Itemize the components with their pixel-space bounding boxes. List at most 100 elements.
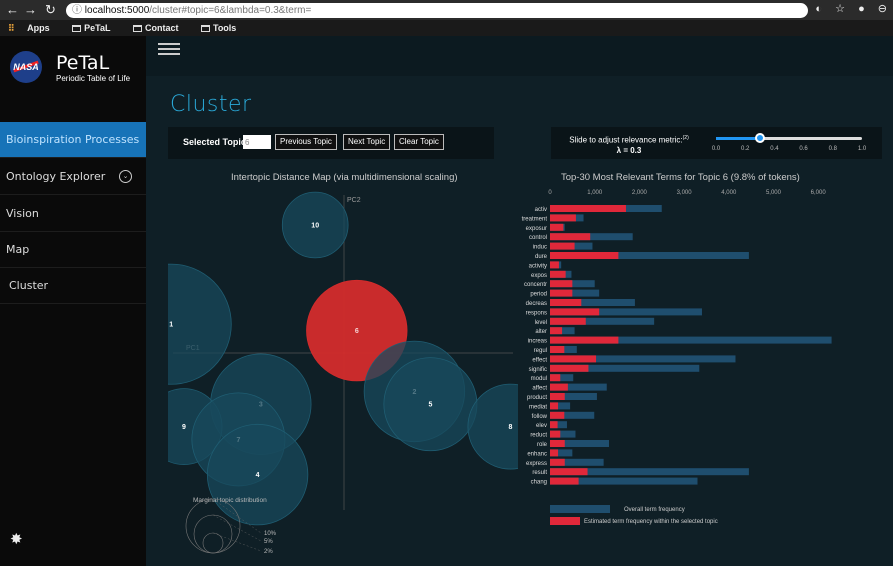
slider-thumb[interactable] — [754, 133, 765, 143]
term-label[interactable]: affect — [532, 386, 547, 392]
info-icon[interactable]: ⓘ — [72, 5, 85, 16]
next-topic-button[interactable]: Next Topic — [343, 134, 391, 150]
topic-label: 4 — [256, 472, 260, 479]
bookmark-petal[interactable]: PeTaL — [72, 23, 120, 33]
topic-frequency-bar[interactable] — [550, 299, 582, 306]
apps-grid-icon: ⠿ — [8, 23, 18, 33]
account-icon[interactable]: ⊖ — [878, 3, 887, 15]
term-label[interactable]: mediat — [529, 404, 547, 410]
term-label[interactable]: role — [537, 442, 548, 448]
sidebar-item-vision[interactable]: Vision — [0, 196, 146, 232]
profile-icon[interactable]: ● — [858, 3, 865, 15]
clear-topic-button[interactable]: Clear Topic — [394, 134, 444, 150]
term-label[interactable]: expos — [531, 273, 547, 279]
term-label[interactable]: express — [526, 461, 547, 467]
topic-frequency-bar[interactable] — [550, 270, 566, 278]
topic-label: 1 — [169, 322, 173, 329]
topic-frequency-bar[interactable] — [550, 458, 565, 466]
topic-frequency-bar[interactable] — [550, 411, 565, 419]
extension-icon[interactable]: ◐ — [815, 3, 822, 15]
url-path: /cluster#topic=6&lambda=0.3&term= — [149, 5, 312, 16]
topic-frequency-bar[interactable] — [550, 374, 561, 382]
gear-icon[interactable]: ✸ — [10, 530, 23, 548]
topic-frequency-bar[interactable] — [550, 430, 561, 438]
term-label[interactable]: elev — [536, 423, 547, 429]
sidebar-item-ontology[interactable]: Ontology Explorer ⌄ — [0, 159, 146, 195]
term-label[interactable]: modul — [531, 376, 547, 382]
topic-frequency-bar[interactable] — [550, 421, 558, 429]
term-label[interactable]: effect — [532, 357, 547, 363]
relevance-slider[interactable] — [716, 133, 862, 143]
topic-frequency-bar[interactable] — [550, 261, 559, 269]
term-label[interactable]: activ — [535, 207, 547, 213]
legend-overall-label: Overall term frequency — [624, 507, 685, 513]
back-icon[interactable]: ← — [6, 2, 19, 17]
topic-frequency-bar[interactable] — [550, 468, 588, 476]
term-label[interactable]: signific — [529, 367, 547, 373]
bookmark-contact[interactable]: Contact — [132, 23, 189, 33]
topic-frequency-bar[interactable] — [550, 308, 600, 316]
sidebar: NASA PeTaL Periodic Table of Life Bioins… — [0, 36, 146, 566]
topic-frequency-bar[interactable] — [550, 402, 559, 410]
term-label[interactable]: increas — [528, 339, 547, 345]
term-label[interactable]: decreas — [526, 301, 547, 307]
topic-frequency-bar[interactable] — [550, 346, 565, 353]
menu-icon[interactable] — [158, 43, 180, 58]
topic-frequency-bar[interactable] — [550, 205, 626, 212]
term-label[interactable]: chang — [531, 480, 547, 486]
term-label[interactable]: regul — [534, 348, 547, 354]
term-label[interactable]: product — [527, 395, 547, 401]
term-label[interactable]: period — [530, 292, 547, 298]
term-label[interactable]: induc — [533, 245, 547, 251]
topic-frequency-bar[interactable] — [550, 477, 579, 485]
marginal-circle — [202, 532, 224, 554]
term-label[interactable]: alter — [535, 329, 547, 335]
term-label[interactable]: concentr — [524, 282, 547, 288]
topic-frequency-bar[interactable] — [550, 214, 576, 222]
term-label[interactable]: activity — [529, 263, 547, 269]
term-label[interactable]: control — [529, 235, 547, 241]
topic-frequency-bar[interactable] — [550, 233, 591, 241]
legend-topic-label: Estimated term frequency within the sele… — [584, 519, 718, 525]
reload-icon[interactable]: ↻ — [45, 2, 56, 18]
topic-frequency-bar[interactable] — [550, 289, 573, 297]
topic-frequency-bar[interactable] — [550, 223, 564, 231]
topic-frequency-bar[interactable] — [550, 440, 565, 447]
term-label[interactable]: exposur — [526, 226, 547, 232]
topic-circle[interactable] — [168, 263, 232, 385]
topic-frequency-bar[interactable] — [550, 242, 575, 250]
topic-frequency-bar[interactable] — [550, 364, 589, 372]
topic-frequency-bar[interactable] — [550, 336, 619, 344]
term-label[interactable]: dure — [535, 254, 548, 260]
term-label[interactable]: result — [532, 470, 547, 476]
topic-frequency-bar[interactable] — [550, 383, 568, 391]
topic-frequency-bar[interactable] — [550, 327, 563, 335]
topic-frequency-bar[interactable] — [550, 317, 586, 325]
star-icon[interactable]: ☆ — [835, 3, 845, 15]
term-label[interactable]: respons — [526, 310, 547, 316]
sidebar-item-map[interactable]: Map — [0, 232, 146, 268]
address-bar[interactable]: ⓘ localhost:5000/cluster#topic=6&lambda=… — [66, 3, 808, 18]
topic-frequency-bar[interactable] — [550, 280, 573, 288]
topic-frequency-bar[interactable] — [550, 252, 619, 259]
term-label[interactable]: treatment — [522, 216, 548, 222]
term-label[interactable]: level — [535, 320, 547, 326]
top-bar — [146, 36, 893, 76]
term-label[interactable]: reduct — [530, 433, 547, 439]
forward-icon[interactable]: → — [24, 2, 37, 17]
sidebar-item-cluster[interactable]: Cluster — [0, 268, 146, 304]
bookmark-tools[interactable]: Tools — [200, 23, 246, 33]
term-label[interactable]: enhanc — [527, 451, 547, 457]
sidebar-item-bioinspiration[interactable]: Bioinspiration Processes — [0, 122, 146, 158]
topic-frequency-bar[interactable] — [550, 449, 559, 457]
pc2-label: PC2 — [347, 197, 361, 204]
slider-tick-label: 0.0 — [711, 146, 721, 152]
topic-frequency-bar[interactable] — [550, 393, 565, 400]
topic-frequency-bar[interactable] — [550, 355, 597, 363]
term-label[interactable]: follow — [532, 414, 548, 420]
bookmark-apps[interactable]: ⠿ Apps — [8, 23, 60, 33]
previous-topic-button[interactable]: Previous Topic — [275, 134, 337, 150]
selected-topic-input[interactable] — [243, 135, 271, 149]
app-logo[interactable]: NASA PeTaL Periodic Table of Life — [0, 36, 146, 116]
chevron-down-icon[interactable]: ⌄ — [119, 170, 132, 183]
